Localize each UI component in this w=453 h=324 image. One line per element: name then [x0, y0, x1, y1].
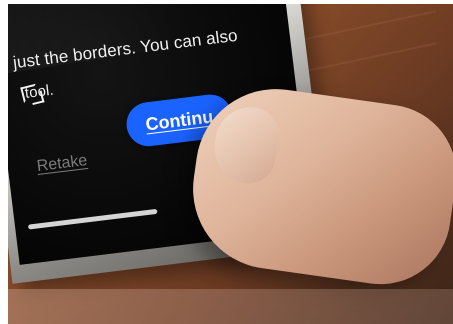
instruction-text-line-2: tool.	[23, 81, 55, 102]
home-indicator	[27, 208, 158, 230]
hand-edge	[8, 289, 453, 324]
photo-frame: just the borders. You can also tool. Con…	[8, 4, 453, 324]
finger	[182, 78, 453, 294]
fingernail	[209, 102, 282, 187]
retake-link[interactable]: Retake	[36, 152, 89, 176]
